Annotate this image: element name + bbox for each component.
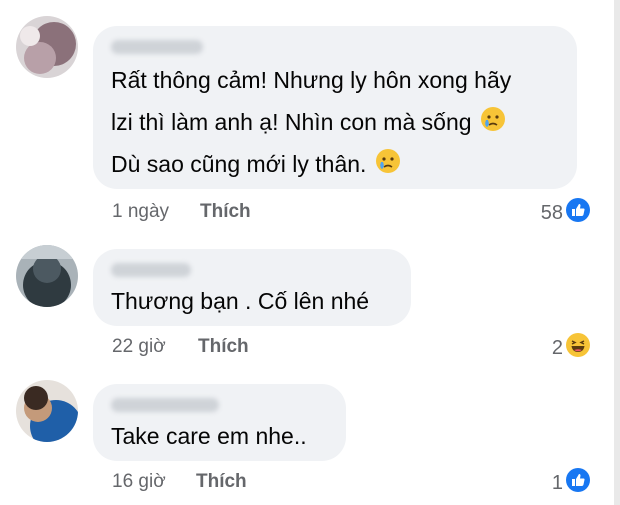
comment-line: Dù sao cũng mới ly thân. (111, 143, 401, 187)
like-button[interactable]: Thích (196, 471, 247, 493)
haha-icon (566, 333, 590, 363)
author-name[interactable] (111, 263, 191, 277)
comment-3: Take care em nhe.. 16 giờ Thích 1 (0, 370, 612, 505)
comment-1: Rất thông cảm! Nhưng ly hôn xong hãy lzi… (0, 0, 612, 235)
comment-line-text: Dù sao cũng mới ly thân. (111, 151, 367, 177)
like-button[interactable]: Thích (198, 336, 249, 358)
comment-time[interactable]: 16 giờ (112, 471, 166, 493)
comment-bubble: Thương bạn . Cố lên nhé (93, 249, 411, 326)
comment-bubble: Rất thông cảm! Nhưng ly hôn xong hãy lzi… (93, 26, 577, 189)
comment-meta: 1 ngày Thích 58 (112, 198, 602, 228)
like-icon (566, 468, 590, 498)
comment-line: Rất thông cảm! Nhưng ly hôn xong hãy (111, 67, 512, 93)
window-edge (614, 0, 620, 505)
comment-time[interactable]: 22 giờ (112, 336, 166, 358)
comment-time[interactable]: 1 ngày (112, 201, 169, 223)
author-name[interactable] (111, 398, 219, 412)
author-name[interactable] (111, 40, 203, 54)
comment-2: Thương bạn . Cố lên nhé 22 giờ Thích 2 (0, 235, 612, 370)
like-icon (566, 198, 590, 228)
like-button[interactable]: Thích (200, 201, 251, 223)
comment-meta: 16 giờ Thích 1 (112, 468, 602, 498)
comment-bubble: Take care em nhe.. (93, 384, 346, 461)
reaction-summary[interactable]: 1 (552, 468, 590, 498)
reaction-count: 58 (540, 201, 563, 224)
comment-line: lzi thì làm anh ạ! Nhìn con mà sống (111, 101, 506, 145)
comment-line: Thương bạn . Cố lên nhé (111, 288, 370, 314)
avatar[interactable] (16, 245, 78, 307)
avatar[interactable] (16, 380, 78, 442)
reaction-count: 1 (551, 471, 563, 494)
comment-meta: 22 giờ Thích 2 (112, 333, 602, 363)
avatar[interactable] (16, 16, 78, 78)
reaction-summary[interactable]: 2 (552, 333, 590, 363)
crying-face-icon (480, 103, 506, 145)
comment-line: Take care em nhe.. (111, 423, 307, 449)
reaction-count: 2 (551, 336, 563, 359)
reaction-summary[interactable]: 58 (541, 198, 590, 228)
comment-line-text: lzi thì làm anh ạ! Nhìn con mà sống (111, 109, 472, 135)
crying-face-icon (375, 145, 401, 187)
